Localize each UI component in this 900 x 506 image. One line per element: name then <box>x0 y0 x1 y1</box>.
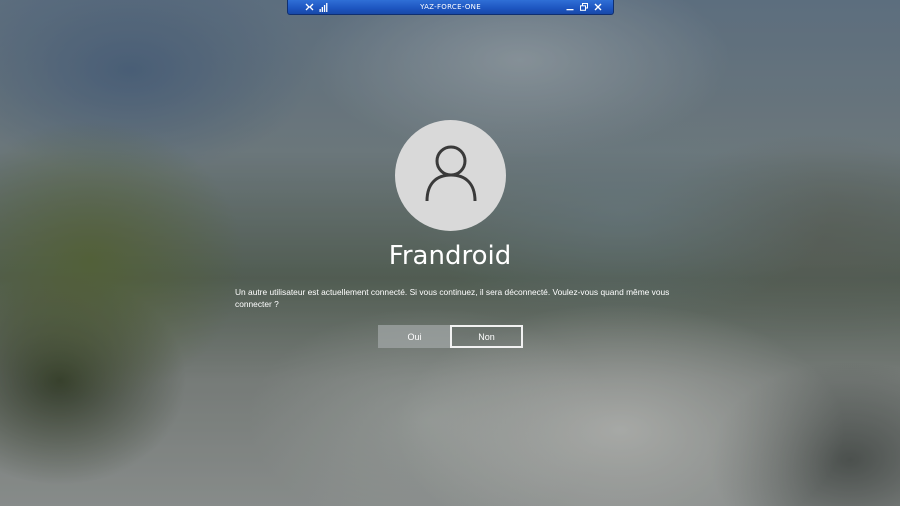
minimize-icon[interactable] <box>565 2 574 12</box>
yes-button[interactable]: Oui <box>378 325 451 348</box>
no-button[interactable]: Non <box>450 325 523 348</box>
remote-desktop-connection-bar[interactable]: YAZ-FORCE-ONE <box>287 0 614 15</box>
close-icon[interactable] <box>593 2 602 12</box>
user-icon <box>423 143 479 208</box>
lock-screen-background: YAZ-FORCE-ONE Frandroid Un autre utilisa… <box>0 0 900 506</box>
session-warning-message: Un autre utilisateur est actuellement co… <box>235 287 670 309</box>
user-name: Frandroid <box>388 241 512 271</box>
user-avatar <box>395 120 506 231</box>
restore-icon[interactable] <box>579 2 588 12</box>
